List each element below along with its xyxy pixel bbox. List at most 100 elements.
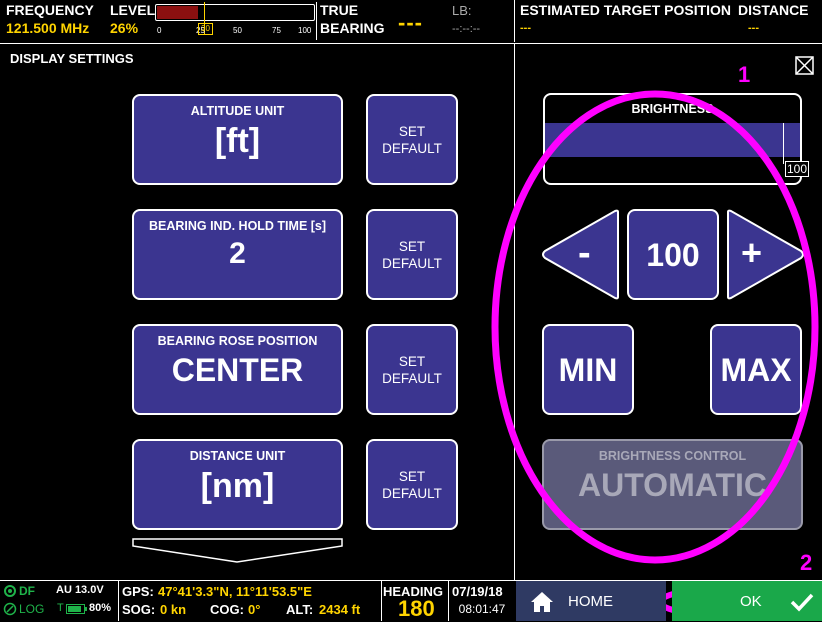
default-label: DEFAULT	[382, 255, 442, 271]
level-scale: 0 25 50 75 100 30	[155, 22, 315, 36]
checkmark-icon	[790, 593, 814, 612]
annotation-number-1: 1	[738, 62, 751, 87]
level-marker-box: 30	[198, 23, 213, 35]
home-icon	[531, 592, 553, 612]
sog-label: SOG:	[122, 602, 156, 617]
brightness-marker	[783, 123, 784, 164]
close-icon[interactable]	[795, 56, 815, 76]
divider	[448, 580, 449, 621]
brightness-value-display: 100	[627, 209, 719, 300]
heading-value: 180	[398, 596, 435, 621]
set-label: SET	[398, 238, 426, 254]
df-antenna-icon	[4, 585, 16, 597]
bearing-hold-time-value: 2	[229, 237, 246, 270]
brightness-bar-value: 100	[785, 161, 810, 177]
brightness-max-button[interactable]: MAX	[710, 324, 802, 415]
divider	[381, 580, 382, 621]
divider	[514, 0, 515, 42]
home-button[interactable]: HOME	[516, 581, 666, 621]
bottom-status-bar: DF AU 13.0V LOG T 80% GPS: 47°41'3.3"N, …	[0, 580, 822, 621]
altitude-unit-button[interactable]: ALTITUDE UNIT [ft]	[132, 94, 343, 185]
ok-button[interactable]: OK	[672, 581, 822, 621]
distance-value: ---	[748, 22, 759, 34]
level-meter	[155, 4, 315, 21]
lb-value: --:--:--	[452, 23, 481, 35]
estimated-target-value: ---	[520, 22, 531, 34]
level-tick-75: 75	[272, 26, 281, 35]
decrease-brightness-button[interactable]	[541, 209, 621, 300]
au-voltage: AU 13.0V	[56, 584, 104, 596]
brightness-bar-fill	[545, 123, 783, 157]
divider	[316, 2, 317, 40]
frequency-label: FREQUENCY	[6, 2, 94, 18]
lb-label: LB:	[452, 3, 472, 18]
ok-label: OK	[740, 593, 762, 610]
brightness-title: BRIGHTNESS	[631, 102, 714, 116]
battery-icon	[66, 604, 87, 614]
gps-value: 47°41'3.3"N, 11°11'53.5"E	[158, 584, 312, 599]
distance-set-default-button[interactable]: SET DEFAULT	[366, 439, 458, 530]
brightness-panel: BRIGHTNESS 100	[543, 93, 810, 185]
set-label: SET	[398, 123, 426, 139]
df-label: DF	[19, 584, 35, 598]
level-tick-0: 0	[157, 26, 162, 35]
bearing-rose-position-button[interactable]: BEARING ROSE POSITION CENTER	[132, 324, 343, 415]
max-label: MAX	[720, 352, 792, 388]
distance-unit-caption: DISTANCE UNIT	[189, 449, 286, 463]
brightness-min-button[interactable]: MIN	[542, 324, 634, 415]
bearing-hold-set-default-button[interactable]: SET DEFAULT	[366, 209, 458, 300]
bearing-value: ---	[398, 10, 423, 35]
altitude-unit-value: [ft]	[214, 122, 261, 160]
divider	[0, 43, 822, 44]
panel-divider	[514, 44, 515, 580]
t-label: T	[57, 602, 64, 614]
home-label: HOME	[568, 593, 613, 610]
top-status-bar: FREQUENCY 121.500 MHz LEVEL 26% 0 25 50 …	[0, 0, 822, 42]
log-label: LOG	[19, 602, 45, 616]
annotation-number-2: 2	[800, 550, 813, 575]
min-label: MIN	[558, 352, 618, 388]
set-label: SET	[398, 468, 426, 484]
brightness-value: 100	[646, 237, 700, 273]
level-value: 26%	[110, 20, 139, 36]
divider	[118, 580, 119, 621]
alt-label: ALT:	[286, 602, 314, 617]
distance-label: DISTANCE	[738, 2, 809, 18]
sog-value: 0 kn	[160, 602, 187, 617]
brightness-control-caption: BRIGHTNESS CONTROL	[598, 449, 747, 463]
default-label: DEFAULT	[382, 140, 442, 156]
date-display: 07/19/18	[452, 584, 503, 599]
level-tick-100: 100	[298, 26, 312, 35]
scroll-down-arrow-icon[interactable]	[132, 538, 343, 564]
gps-label: GPS:	[122, 584, 154, 599]
cog-value: 0°	[248, 602, 261, 617]
cog-label: COG:	[210, 602, 244, 617]
default-label: DEFAULT	[382, 485, 442, 501]
log-icon	[3, 602, 17, 616]
frequency-value: 121.500 MHz	[6, 20, 90, 36]
bearing-hold-time-button[interactable]: BEARING IND. HOLD TIME [s] 2	[132, 209, 343, 300]
increase-brightness-button[interactable]	[725, 209, 805, 300]
brightness-bar-track	[545, 123, 800, 157]
distance-unit-button[interactable]: DISTANCE UNIT [nm]	[132, 439, 343, 530]
alt-value: 2434 ft	[319, 602, 361, 617]
brightness-control-button[interactable]: BRIGHTNESS CONTROL AUTOMATIC	[542, 439, 803, 530]
default-label: DEFAULT	[382, 370, 442, 386]
bearing-rose-set-default-button[interactable]: SET DEFAULT	[366, 324, 458, 415]
estimated-target-label: ESTIMATED TARGET POSITION	[520, 2, 732, 18]
bearing-rose-position-caption: BEARING ROSE POSITION	[157, 334, 318, 348]
bearing-label: BEARING	[320, 20, 385, 36]
bearing-hold-time-caption: BEARING IND. HOLD TIME [s]	[148, 219, 327, 233]
true-label: TRUE	[320, 2, 359, 18]
altitude-unit-caption: ALTITUDE UNIT	[190, 104, 285, 118]
page-title: DISPLAY SETTINGS	[10, 51, 134, 66]
altitude-set-default-button[interactable]: SET DEFAULT	[366, 94, 458, 185]
distance-unit-value: [nm]	[200, 467, 275, 505]
battery-level: 80%	[89, 602, 112, 614]
time-display: 08:01:47	[458, 602, 506, 616]
set-label: SET	[398, 353, 426, 369]
brightness-control-value: AUTOMATIC	[577, 467, 767, 503]
level-label: LEVEL	[110, 2, 156, 18]
bearing-rose-position-value: CENTER	[171, 352, 304, 388]
level-meter-fill	[157, 6, 198, 19]
